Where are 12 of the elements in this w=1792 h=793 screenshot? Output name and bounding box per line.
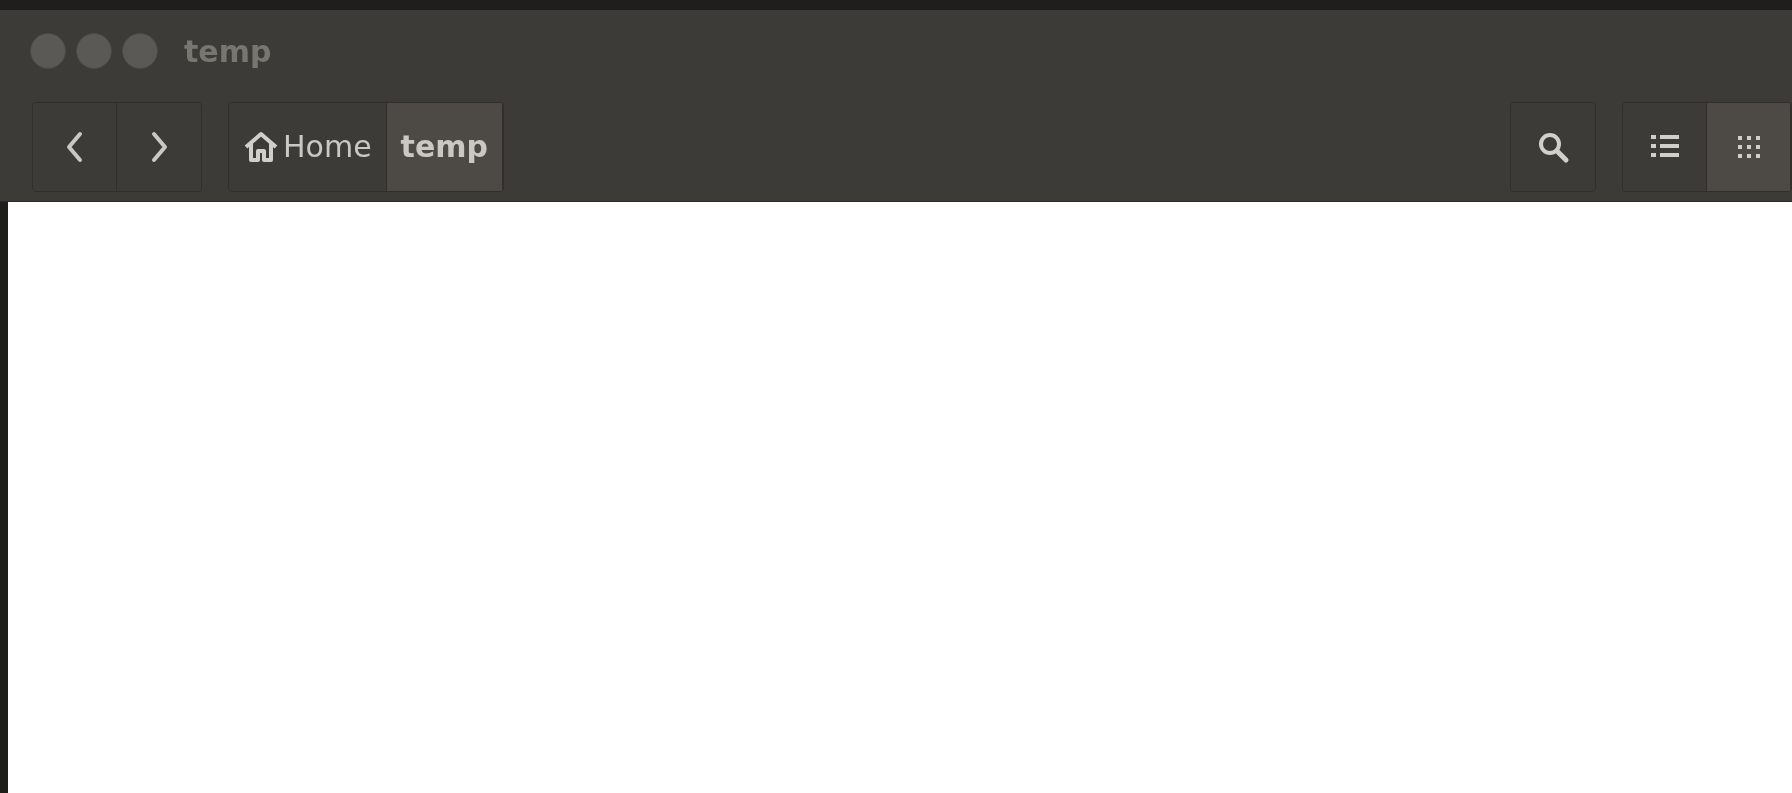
list-view-icon: [1650, 133, 1679, 160]
path-button[interactable]: temp: [386, 102, 503, 191]
grid-view-icon: [1735, 133, 1762, 160]
path-button[interactable]: Home: [229, 102, 387, 191]
close-button[interactable]: [30, 33, 66, 69]
home-icon: [243, 130, 279, 163]
maximize-button[interactable]: [122, 33, 158, 69]
view-mode-button[interactable]: [1623, 102, 1707, 191]
back-button[interactable]: [33, 102, 117, 191]
minimize-button[interactable]: [76, 33, 112, 69]
search-button[interactable]: [1511, 102, 1595, 191]
window-title: temp: [184, 33, 272, 69]
